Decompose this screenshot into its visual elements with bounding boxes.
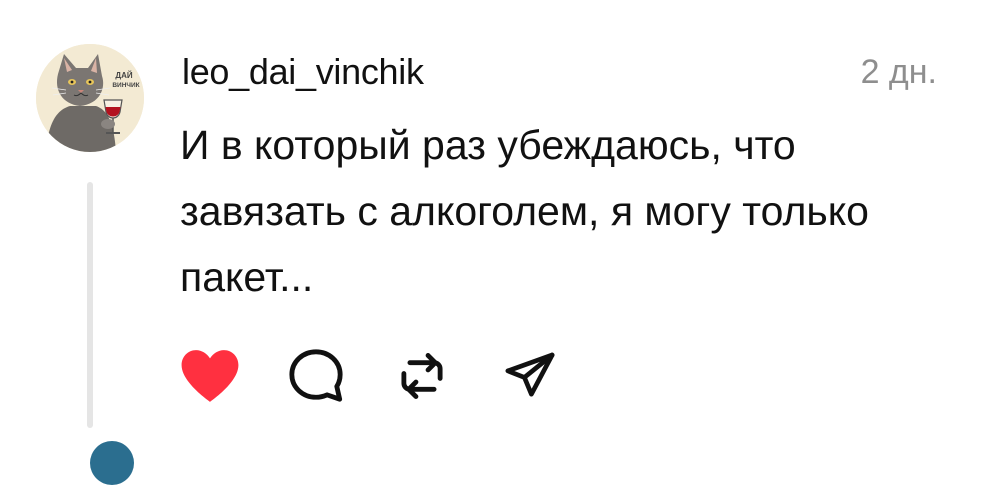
like-button[interactable] <box>178 344 242 408</box>
next-post-avatar[interactable] <box>90 441 134 485</box>
post-timestamp[interactable]: 2 дн. <box>861 50 937 94</box>
post-text-line: пакет... <box>180 254 314 300</box>
avatar-caption-1: ДАЙ <box>115 71 132 80</box>
thread-line <box>87 182 93 428</box>
cat-with-wine-glass-icon: ДАЙ ВИНЧИК <box>36 44 144 152</box>
comment-icon <box>289 349 343 402</box>
send-icon <box>505 352 555 397</box>
repost-icon <box>401 353 443 399</box>
avatar-caption-2: ВИНЧИК <box>112 82 139 89</box>
post-text-line: И в который раз убеждаюсь, что <box>180 122 796 168</box>
share-button[interactable] <box>498 344 562 408</box>
post-username[interactable]: leo_dai_vinchik <box>182 50 424 94</box>
post-text: И в который раз убеждаюсь, что завязать … <box>180 112 970 310</box>
comment-button[interactable] <box>284 344 348 408</box>
post-avatar[interactable]: ДАЙ ВИНЧИК <box>36 44 144 152</box>
heart-icon <box>181 350 239 402</box>
post-text-line: завязать с алкоголем, я могу только <box>180 188 869 234</box>
repost-button[interactable] <box>390 344 454 408</box>
